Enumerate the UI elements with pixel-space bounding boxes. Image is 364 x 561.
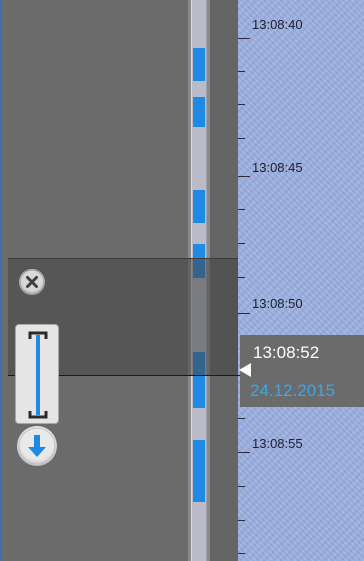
minor-tick [238, 520, 245, 521]
major-tick [238, 313, 250, 314]
time-label: 13:08:45 [252, 160, 303, 175]
minor-tick [238, 138, 245, 139]
cursor-date: 24.12.2015 [250, 381, 336, 400]
minor-tick [238, 104, 245, 105]
minor-tick [238, 553, 245, 554]
recorded-segment[interactable] [193, 190, 205, 223]
time-label: 13:08:40 [252, 17, 303, 32]
minor-tick [238, 418, 245, 419]
recorded-segment[interactable] [193, 48, 205, 81]
minor-tick [238, 71, 245, 72]
recorded-segment[interactable] [193, 440, 205, 502]
archive-timeline-view: 13:08:40 13:08:45 13:08:50 13:08:55 13:0… [0, 0, 364, 561]
major-tick [238, 452, 250, 453]
bracket-range-icon [28, 331, 48, 419]
recorded-segment[interactable] [193, 97, 205, 127]
major-tick [238, 38, 250, 39]
time-label: 13:08:55 [252, 436, 303, 451]
time-scale[interactable] [238, 0, 364, 561]
cursor-time: 13:08:52 [253, 343, 320, 362]
close-selection-button[interactable] [19, 269, 45, 295]
minor-tick [238, 209, 245, 210]
export-download-button[interactable] [17, 426, 57, 466]
download-arrow-icon [18, 427, 56, 465]
cursor-pointer-icon [239, 363, 251, 377]
minor-tick [238, 243, 245, 244]
select-range-button[interactable] [15, 324, 59, 424]
minor-tick [238, 277, 245, 278]
close-icon [19, 269, 45, 295]
minor-tick [238, 486, 245, 487]
major-tick [238, 176, 250, 177]
time-label: 13:08:50 [252, 296, 303, 311]
